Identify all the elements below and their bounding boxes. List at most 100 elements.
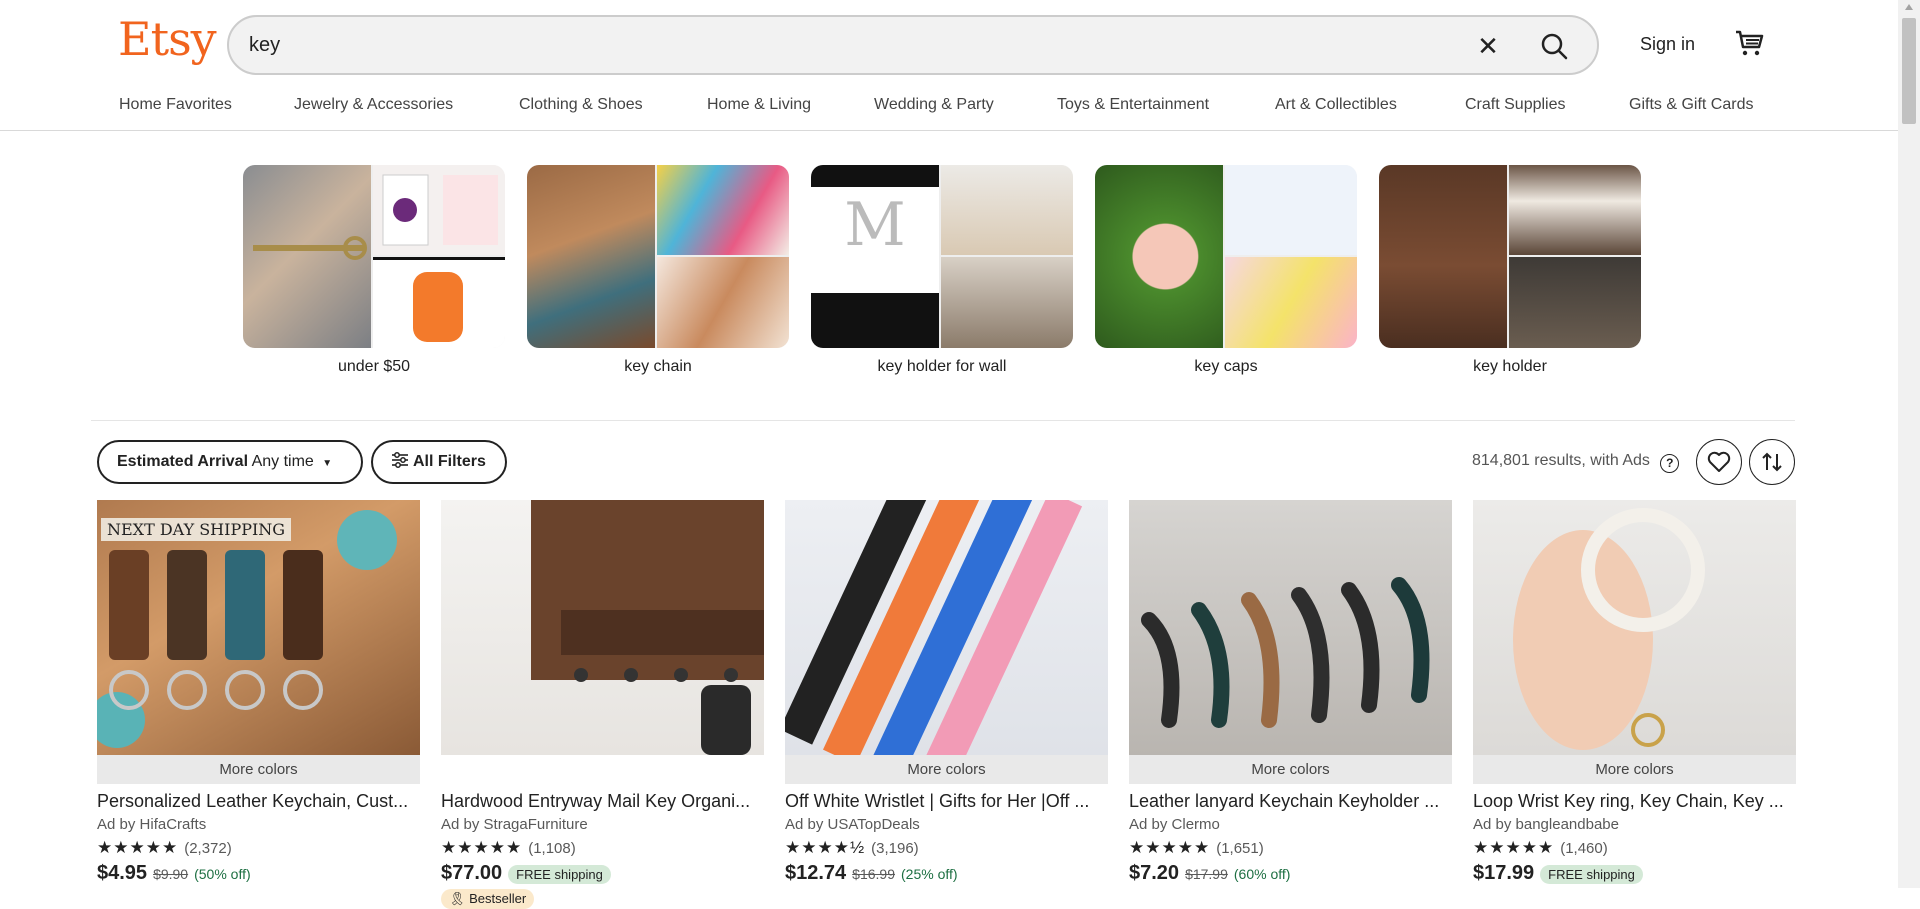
related-searches: under $50 key chain M key holder for wal…	[0, 165, 1898, 385]
help-icon[interactable]: ?	[1660, 454, 1680, 473]
product-image[interactable]	[441, 500, 764, 755]
save-search-button[interactable]	[1696, 439, 1742, 485]
price-row: $4.95 $9.90 (50% off)	[97, 862, 420, 885]
product-title[interactable]: Hardwood Entryway Mail Key Organi...	[441, 791, 764, 812]
discount: (25% off)	[901, 866, 958, 882]
price: $7.20	[1129, 862, 1180, 884]
price-row: $77.00 FREE shipping	[441, 862, 764, 885]
category-tile-key-holder[interactable]: key holder	[1379, 165, 1641, 376]
more-colors-bar: More colors	[97, 755, 420, 784]
category-label: key holder for wall	[877, 358, 1007, 375]
price-row: $7.20 $17.99 (60% off)	[1129, 862, 1452, 885]
nav-item-art[interactable]: Art & Collectibles	[1275, 96, 1397, 114]
product-title[interactable]: Personalized Leather Keychain, Cust...	[97, 791, 420, 812]
star-rating-icon: ★★★★★	[441, 838, 523, 857]
product-title[interactable]: Loop Wrist Key ring, Key Chain, Key ...	[1473, 791, 1796, 812]
award-icon: 🎗	[449, 891, 466, 906]
search-bar: ✕	[227, 15, 1599, 75]
bestseller-label: Bestseller	[469, 891, 527, 906]
nav-item-craft[interactable]: Craft Supplies	[1465, 96, 1566, 114]
price: $77.00	[441, 862, 503, 884]
rating-row: ★★★★★ (1,651)	[1129, 838, 1452, 858]
category-label: key caps	[1194, 358, 1258, 375]
category-collage: M	[811, 165, 1073, 348]
price: $17.99	[1473, 862, 1535, 884]
star-rating-icon: ★★★★★	[97, 838, 179, 857]
product-title[interactable]: Off White Wristlet | Gifts for Her |Off …	[785, 791, 1108, 812]
svg-text:M: M	[844, 190, 905, 260]
review-count: (3,196)	[871, 839, 919, 857]
free-shipping-badge: FREE shipping	[508, 865, 611, 884]
sign-in-link[interactable]: Sign in	[1640, 34, 1695, 55]
category-collage	[1379, 165, 1641, 348]
rating-row: ★★★★★ (1,460)	[1473, 838, 1796, 858]
shipping-overlay: NEXT DAY SHIPPING	[101, 518, 292, 541]
all-filters-button[interactable]: All Filters	[371, 440, 507, 484]
review-count: (1,460)	[1560, 839, 1608, 857]
rating-row: ★★★★★ (1,108)	[441, 838, 764, 858]
product-image[interactable]	[785, 500, 1108, 755]
rating-row: ★★★★★ (2,372)	[97, 838, 420, 858]
nav-item-gifts[interactable]: Gifts & Gift Cards	[1629, 96, 1753, 114]
etsy-logo[interactable]: Etsy	[118, 12, 217, 66]
price: $12.74	[785, 862, 847, 884]
shop-name: Ad by HifaCrafts	[97, 816, 207, 833]
bestseller-badge: 🎗 Bestseller	[441, 889, 535, 909]
rating-row: ★★★★½ (3,196)	[785, 838, 1108, 858]
shop-name: Ad by Clermo	[1129, 816, 1220, 833]
category-label: key holder	[1473, 358, 1547, 375]
price-row: $12.74 $16.99 (25% off)	[785, 862, 1108, 885]
scroll-up-arrow[interactable]	[1905, 4, 1913, 10]
shop-name: Ad by bangleandbabe	[1473, 816, 1619, 833]
category-tile-under-50[interactable]: under $50	[243, 165, 505, 376]
original-price: $16.99	[852, 866, 895, 882]
caret-down-icon: ▼	[322, 458, 333, 469]
product-card[interactable]: More colors Loop Wrist Key ring, Key Cha…	[1473, 500, 1796, 888]
filter-value: Any time	[251, 453, 314, 470]
review-count: (2,372)	[184, 839, 232, 857]
product-image[interactable]	[1473, 500, 1796, 755]
clear-search-icon[interactable]: ✕	[1473, 31, 1503, 61]
section-divider	[91, 420, 1795, 421]
original-price: $17.99	[1185, 866, 1228, 882]
category-tile-key-chain[interactable]: key chain	[527, 165, 789, 376]
product-card[interactable]: NEXT DAY SHIPPING More colors Personaliz…	[97, 500, 420, 888]
results-text: 814,801 results, with Ads	[1472, 452, 1650, 469]
results-count: 814,801 results, with Ads ?	[1472, 452, 1680, 473]
category-tile-key-caps[interactable]: key caps	[1095, 165, 1357, 376]
shop-name: Ad by StragaFurniture	[441, 816, 588, 833]
site-header: Etsy ✕ Sign in Home Favorites Jewelry & …	[0, 0, 1898, 131]
nav-item-home-favorites[interactable]: Home Favorites	[119, 96, 232, 114]
shop-name: Ad by USATopDeals	[785, 816, 920, 833]
sort-arrows-icon	[1762, 452, 1782, 472]
discount: (50% off)	[194, 866, 251, 882]
price-row: $17.99 FREE shipping	[1473, 862, 1796, 885]
sort-button[interactable]	[1749, 439, 1795, 485]
search-input[interactable]	[249, 29, 1449, 61]
product-image[interactable]: NEXT DAY SHIPPING	[97, 500, 420, 755]
nav-item-clothing[interactable]: Clothing & Shoes	[519, 96, 643, 114]
star-rating-icon: ★★★★★	[1473, 838, 1555, 857]
estimated-arrival-filter[interactable]: Estimated Arrival Any time ▼	[97, 440, 363, 484]
more-colors-bar: More colors	[1129, 755, 1452, 784]
scrollbar-thumb[interactable]	[1902, 18, 1916, 124]
cart-icon[interactable]	[1734, 28, 1764, 58]
discount: (60% off)	[1233, 866, 1291, 882]
more-colors-bar: More colors	[1473, 755, 1796, 784]
product-card[interactable]: More colors Leather lanyard Keychain Key…	[1129, 500, 1452, 888]
heart-icon	[1707, 451, 1731, 472]
free-shipping-badge: FREE shipping	[1540, 865, 1643, 884]
search-icon[interactable]	[1535, 27, 1575, 67]
nav-item-wedding[interactable]: Wedding & Party	[874, 96, 994, 114]
all-filters-label: All Filters	[413, 453, 486, 470]
star-rating-icon: ★★★★½	[785, 838, 866, 857]
product-title[interactable]: Leather lanyard Keychain Keyholder ...	[1129, 791, 1452, 812]
nav-item-home-living[interactable]: Home & Living	[707, 96, 811, 114]
product-card[interactable]: Hardwood Entryway Mail Key Organi... Ad …	[441, 500, 764, 909]
nav-item-jewelry[interactable]: Jewelry & Accessories	[294, 96, 453, 114]
vertical-scrollbar[interactable]	[1898, 0, 1920, 888]
category-tile-key-holder-wall[interactable]: M key holder for wall	[811, 165, 1073, 376]
product-image[interactable]	[1129, 500, 1452, 755]
nav-item-toys[interactable]: Toys & Entertainment	[1057, 96, 1209, 114]
product-card[interactable]: More colors Off White Wristlet | Gifts f…	[785, 500, 1108, 888]
